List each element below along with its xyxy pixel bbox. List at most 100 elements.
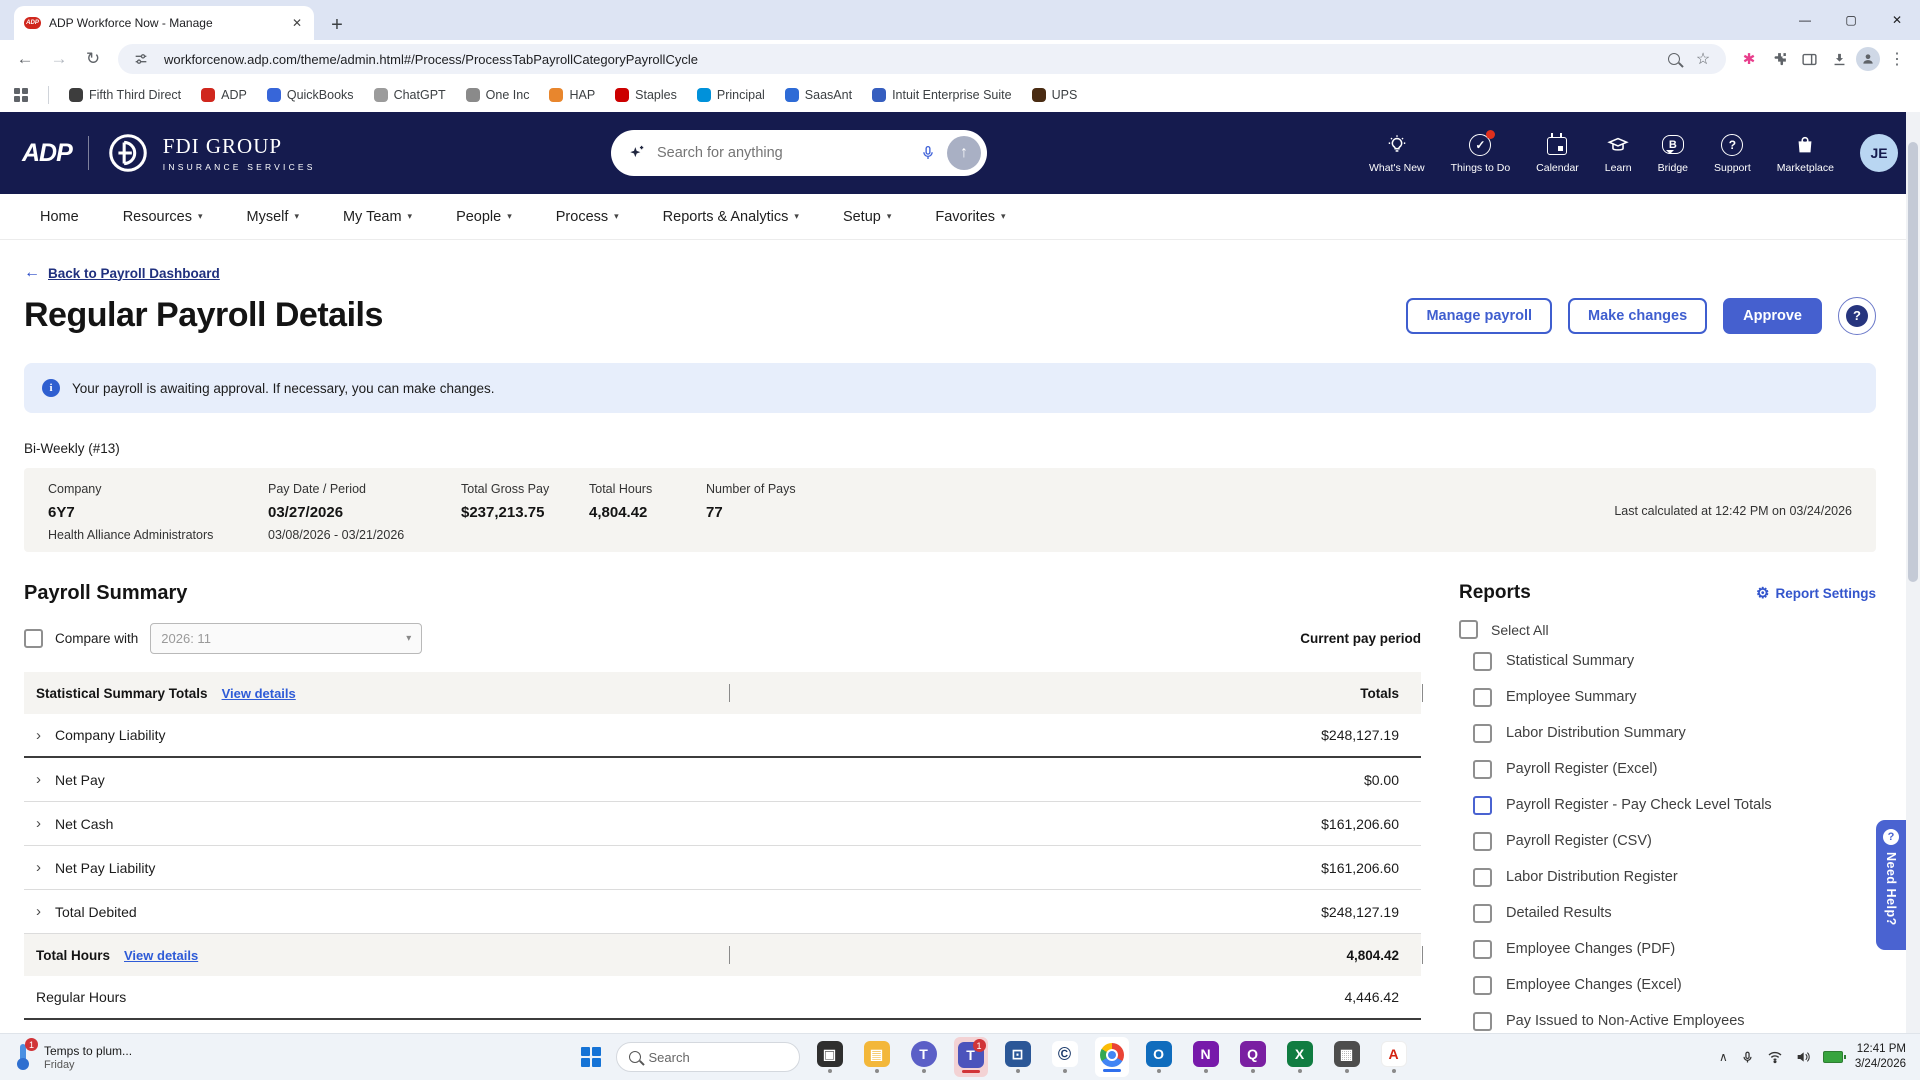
bridge-button[interactable]: B Bridge	[1658, 133, 1688, 174]
checkbox[interactable]	[1473, 796, 1492, 815]
taskbar-copyright-app[interactable]: ©	[1048, 1037, 1082, 1077]
compare-period-select[interactable]: 2026: 11 ▾	[150, 623, 422, 654]
bookmark-principal[interactable]: Principal	[697, 88, 765, 102]
report-employee-summary[interactable]: Employee Summary	[1473, 679, 1876, 715]
report-payroll-register-excel[interactable]: Payroll Register (Excel)	[1473, 751, 1876, 787]
nav-my-team[interactable]: My Team▾	[343, 209, 412, 225]
taskbar-outlook[interactable]: O	[1142, 1037, 1176, 1077]
search-lens-icon[interactable]	[1668, 53, 1680, 65]
nav-people[interactable]: People▾	[456, 209, 512, 225]
report-labor-distribution-register[interactable]: Labor Distribution Register	[1473, 859, 1876, 895]
global-search-input[interactable]	[657, 145, 909, 161]
taskbar-chrome[interactable]	[1095, 1037, 1129, 1077]
select-all-checkbox[interactable]	[1459, 620, 1478, 639]
taskbar-onenote[interactable]: N	[1189, 1037, 1223, 1077]
checkbox[interactable]	[1473, 904, 1492, 923]
taskbar-file-explorer[interactable]: ▤	[860, 1037, 894, 1077]
extensions-puzzle-icon[interactable]	[1766, 46, 1792, 72]
column-divider[interactable]	[1422, 946, 1423, 964]
weather-widget[interactable]: 1 Temps to plum... Friday	[0, 1042, 270, 1072]
taskbar-excel[interactable]: X	[1283, 1037, 1317, 1077]
bookmark-one-inc[interactable]: One Inc	[466, 88, 530, 102]
taskbar-photos[interactable]: ▣	[813, 1037, 847, 1077]
things-to-do-button[interactable]: ✓ Things to Do	[1451, 133, 1511, 174]
new-tab-button[interactable]: +	[322, 10, 352, 40]
taskbar-purple-q-app[interactable]: Q	[1236, 1037, 1270, 1077]
marketplace-button[interactable]: Marketplace	[1777, 133, 1834, 174]
table-row-overtime-hours[interactable]: Overtime Hours 0.00	[24, 1020, 1421, 1033]
chevron-right-icon[interactable]: ›	[36, 771, 41, 788]
approve-button[interactable]: Approve	[1723, 298, 1822, 334]
checkbox[interactable]	[1473, 832, 1492, 851]
page-scrollbar[interactable]	[1906, 112, 1920, 1033]
chevron-right-icon[interactable]: ›	[36, 815, 41, 832]
apps-grid-icon[interactable]	[14, 88, 28, 102]
checkbox[interactable]	[1473, 940, 1492, 959]
browser-tab[interactable]: ADP ADP Workforce Now - Manage ✕	[14, 6, 314, 40]
manage-payroll-button[interactable]: Manage payroll	[1406, 298, 1552, 334]
bookmark-quickbooks[interactable]: QuickBooks	[267, 88, 354, 102]
nav-myself[interactable]: Myself▾	[247, 209, 299, 225]
pinned-extension-icon[interactable]: ✱	[1736, 46, 1762, 72]
bookmark-chatgpt[interactable]: ChatGPT	[374, 88, 446, 102]
tray-chevron-up-icon[interactable]: ∧	[1719, 1050, 1728, 1064]
url-bar[interactable]: workforcenow.adp.com/theme/admin.html#/P…	[118, 44, 1726, 74]
bookmark-adp[interactable]: ADP	[201, 88, 247, 102]
report-payroll-register-csv[interactable]: Payroll Register (CSV)	[1473, 823, 1876, 859]
mic-tray-icon[interactable]	[1740, 1050, 1755, 1065]
view-details-link[interactable]: View details	[124, 948, 198, 963]
tray-clock[interactable]: 12:41 PM 3/24/2026	[1855, 1042, 1906, 1072]
calendar-button[interactable]: Calendar	[1536, 133, 1579, 174]
forward-icon[interactable]: →	[44, 44, 74, 74]
nav-resources[interactable]: Resources▾	[123, 209, 203, 225]
bookmark-hap[interactable]: HAP	[549, 88, 595, 102]
bookmark-ups[interactable]: UPS	[1032, 88, 1078, 102]
back-to-dashboard-link[interactable]: Back to Payroll Dashboard	[48, 266, 220, 281]
need-help-tab[interactable]: ? Need Help?	[1876, 820, 1906, 950]
table-row-net-pay-liability[interactable]: › Net Pay Liability $161,206.60	[24, 846, 1421, 890]
table-row-net-pay[interactable]: › Net Pay $0.00	[24, 758, 1421, 802]
report-statistical-summary[interactable]: Statistical Summary	[1473, 643, 1876, 679]
taskbar-remote-desktop[interactable]: ⊡	[1001, 1037, 1035, 1077]
chevron-right-icon[interactable]: ›	[36, 903, 41, 920]
user-avatar[interactable]: JE	[1860, 134, 1898, 172]
checkbox[interactable]	[1473, 868, 1492, 887]
bookmark-fifth-third[interactable]: Fifth Third Direct	[69, 88, 181, 102]
report-employee-changes-pdf[interactable]: Employee Changes (PDF)	[1473, 931, 1876, 967]
start-button-icon[interactable]	[579, 1045, 603, 1069]
tune-icon[interactable]	[128, 46, 154, 72]
taskbar-acrobat[interactable]: A	[1377, 1037, 1411, 1077]
browser-profile-avatar[interactable]	[1856, 47, 1880, 71]
table-row-company-liability[interactable]: › Company Liability $248,127.19	[24, 714, 1421, 758]
bookmark-star-icon[interactable]: ☆	[1690, 46, 1716, 72]
reload-icon[interactable]: ↻	[78, 44, 108, 74]
speaker-icon[interactable]	[1795, 1049, 1811, 1065]
url-text[interactable]: workforcenow.adp.com/theme/admin.html#/P…	[164, 52, 1658, 67]
global-search-bar[interactable]: ↑	[611, 130, 987, 176]
taskbar-teams[interactable]: T 1	[954, 1037, 988, 1077]
taskbar-calculator[interactable]: ▦	[1330, 1037, 1364, 1077]
table-row-regular-hours[interactable]: Regular Hours 4,446.42	[24, 976, 1421, 1020]
bookmark-intuit[interactable]: Intuit Enterprise Suite	[872, 88, 1012, 102]
nav-favorites[interactable]: Favorites▾	[935, 209, 1005, 225]
view-details-link[interactable]: View details	[222, 686, 296, 701]
battery-icon[interactable]	[1823, 1051, 1843, 1063]
compare-with-checkbox[interactable]	[24, 629, 43, 648]
taskbar-teams-personal[interactable]: T	[907, 1037, 941, 1077]
checkbox[interactable]	[1473, 760, 1492, 779]
report-settings-link[interactable]: ⚙ Report Settings	[1756, 584, 1876, 602]
downloads-icon[interactable]	[1826, 46, 1852, 72]
checkbox[interactable]	[1473, 976, 1492, 995]
taskbar-search[interactable]: Search	[616, 1042, 800, 1072]
checkbox[interactable]	[1473, 688, 1492, 707]
side-panel-icon[interactable]	[1796, 46, 1822, 72]
tab-close-icon[interactable]: ✕	[288, 14, 306, 32]
adp-logo[interactable]: ADP	[22, 139, 72, 168]
report-detailed-results[interactable]: Detailed Results	[1473, 895, 1876, 931]
checkbox[interactable]	[1473, 1012, 1492, 1031]
bookmark-saasant[interactable]: SaasAnt	[785, 88, 852, 102]
table-row-net-cash[interactable]: › Net Cash $161,206.60	[24, 802, 1421, 846]
search-submit-button[interactable]: ↑	[947, 136, 981, 170]
checkbox[interactable]	[1473, 724, 1492, 743]
column-divider[interactable]	[729, 946, 730, 964]
